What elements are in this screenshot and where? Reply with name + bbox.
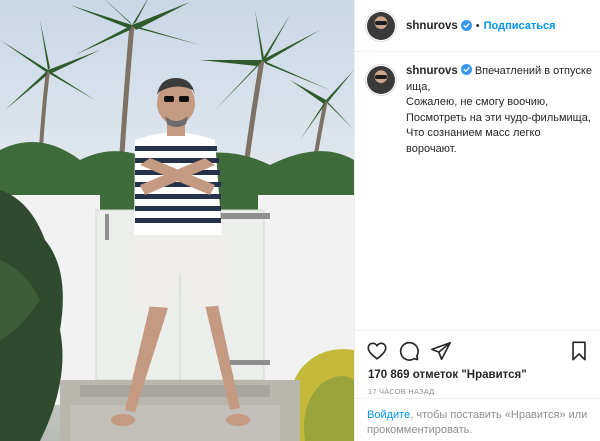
separator-dot: • <box>475 19 480 32</box>
follow-button[interactable]: Подписаться <box>484 20 556 32</box>
vacation-photo-illustration <box>0 0 354 441</box>
caption-first-line: shnurovs Впечатлений в отпуске <box>406 64 592 80</box>
post-photo[interactable] <box>0 0 354 441</box>
caption-text-line: Посмотреть на эти чудо-фильмища, <box>406 111 591 124</box>
post-side-panel: shnurovs • Подписаться shnurovs Впечатле… <box>354 0 600 441</box>
caption-avatar[interactable] <box>367 66 395 94</box>
likes-count[interactable]: 170 869 отметок "Нравится" <box>355 369 600 381</box>
instagram-post: shnurovs • Подписаться shnurovs Впечатле… <box>0 0 600 441</box>
caption-text-line: ворочают. <box>406 142 457 155</box>
caption-username-link[interactable]: shnurovs <box>406 65 458 77</box>
post-caption: shnurovs Впечатлений в отпуске ища, Сожа… <box>367 64 595 157</box>
caption-text-line: ища, <box>406 80 431 93</box>
post-actions: 170 869 отметок "Нравится" 17 часов наза… <box>355 330 600 396</box>
post-header: shnurovs • Подписаться <box>355 0 600 52</box>
caption-text-line: Сожалею, не смогу воочию, <box>406 96 549 108</box>
heart-icon[interactable] <box>366 340 388 362</box>
avatar[interactable] <box>367 11 395 40</box>
comment-icon[interactable] <box>398 340 420 362</box>
login-prompt: Войдите, чтобы поставить «Нравится» или … <box>355 398 600 441</box>
login-link[interactable]: Войдите <box>367 409 410 421</box>
post-timestamp[interactable]: 17 часов назад <box>355 387 600 396</box>
bookmark-icon[interactable] <box>568 340 590 362</box>
verified-badge-icon <box>460 64 472 75</box>
action-icons-row <box>355 331 600 371</box>
caption-body: shnurovs Впечатлений в отпуске ища, Сожа… <box>406 64 592 157</box>
caption-text-line: Что сознанием масс легко <box>406 127 541 139</box>
username-link[interactable]: shnurovs <box>406 20 458 32</box>
verified-badge-icon <box>460 20 472 31</box>
caption-text-line: Впечатлений в отпуске <box>474 65 592 77</box>
share-icon[interactable] <box>430 340 452 362</box>
